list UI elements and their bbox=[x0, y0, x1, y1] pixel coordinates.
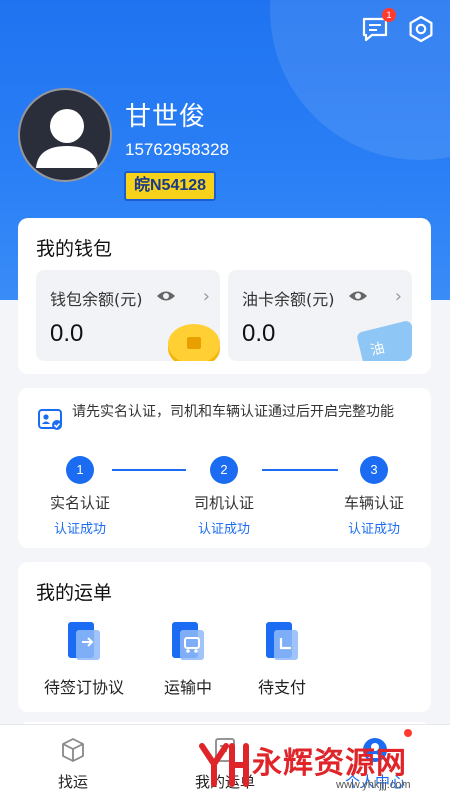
step-number: 2 bbox=[210, 456, 238, 484]
order-label: 待支付 bbox=[257, 678, 306, 697]
fuel-balance-label: 油卡余额(元) bbox=[242, 290, 335, 309]
step-name: 车辆认证 bbox=[343, 494, 404, 512]
truck-doc-icon bbox=[168, 620, 208, 664]
wallet-balance-label: 钱包余额(元) bbox=[50, 290, 143, 309]
certification-tip: 请先实名认证，司机和车辆认证通过后开启完整功能 bbox=[72, 404, 394, 420]
orders-title: 我的运单 bbox=[36, 582, 113, 604]
avatar[interactable] bbox=[18, 88, 112, 182]
step-status: 认证成功 bbox=[197, 522, 250, 537]
fuel-balance-value: 0.0 bbox=[242, 320, 276, 347]
notification-dot bbox=[404, 729, 412, 737]
eye-icon[interactable] bbox=[156, 289, 176, 303]
step-status: 认证成功 bbox=[53, 522, 106, 537]
user-name: 甘世俊 bbox=[125, 102, 207, 132]
license-plate: 皖N54128 bbox=[124, 171, 217, 201]
box-icon bbox=[62, 738, 84, 762]
certification-card: 请先实名认证，司机和车辆认证通过后开启完整功能 1 实名认证 认证成功 2 司机… bbox=[18, 388, 431, 548]
order-in-transit[interactable]: 运输中 bbox=[138, 620, 238, 698]
header-actions: 1 bbox=[360, 8, 436, 44]
wallet-card: 我的钱包 钱包余额(元) › 0.0 油卡余额(元) › 0.0 油 bbox=[18, 218, 431, 374]
wallet-balance-panel[interactable]: 钱包余额(元) › 0.0 bbox=[36, 270, 220, 361]
order-label: 待签订协议 bbox=[43, 678, 124, 697]
coin-icon bbox=[168, 324, 220, 361]
step-number: 3 bbox=[360, 456, 388, 484]
chevron-right-icon: › bbox=[202, 286, 210, 307]
watermark-text: 永辉资源网 bbox=[252, 746, 407, 781]
payment-icon bbox=[262, 620, 302, 664]
watermark: 永辉资源网 www.yhkjjj.com bbox=[196, 738, 450, 800]
fuel-balance-panel[interactable]: 油卡余额(元) › 0.0 油 bbox=[228, 270, 412, 361]
tab-label: 找运 bbox=[57, 773, 88, 791]
watermark-logo-icon bbox=[199, 743, 249, 787]
wallet-balance-value: 0.0 bbox=[50, 320, 84, 347]
agreement-icon bbox=[64, 620, 104, 664]
wallet-title: 我的钱包 bbox=[36, 238, 113, 260]
orders-card: 我的运单 待签订协议 运输中 待支付 bbox=[18, 562, 431, 712]
message-badge: 1 bbox=[382, 8, 396, 22]
chevron-right-icon: › bbox=[394, 286, 402, 307]
order-pending-payment[interactable]: 待支付 bbox=[232, 620, 332, 698]
tab-find-cargo[interactable]: 找运 bbox=[18, 737, 128, 792]
watermark-url: www.yhkjjj.com bbox=[336, 779, 411, 791]
step-status: 认证成功 bbox=[347, 522, 400, 537]
step-name: 实名认证 bbox=[49, 494, 110, 512]
step-driver[interactable]: 2 司机认证 认证成功 bbox=[164, 456, 284, 537]
step-name: 司机认证 bbox=[193, 494, 254, 512]
settings-button[interactable] bbox=[406, 14, 436, 44]
user-phone: 15762958328 bbox=[125, 140, 230, 159]
order-pending-agreement[interactable]: 待签订协议 bbox=[34, 620, 134, 698]
fuel-card-icon: 油 bbox=[355, 319, 412, 361]
eye-icon[interactable] bbox=[348, 289, 368, 303]
fuel-card-text: 油 bbox=[368, 340, 387, 360]
step-real-name[interactable]: 1 实名认证 认证成功 bbox=[20, 456, 140, 537]
message-button[interactable]: 1 bbox=[360, 8, 396, 44]
settings-icon bbox=[409, 15, 433, 43]
step-vehicle[interactable]: 3 车辆认证 认证成功 bbox=[314, 456, 434, 537]
step-number: 1 bbox=[66, 456, 94, 484]
order-label: 运输中 bbox=[163, 678, 212, 697]
default-avatar-icon bbox=[36, 109, 98, 168]
id-card-icon bbox=[38, 409, 62, 430]
